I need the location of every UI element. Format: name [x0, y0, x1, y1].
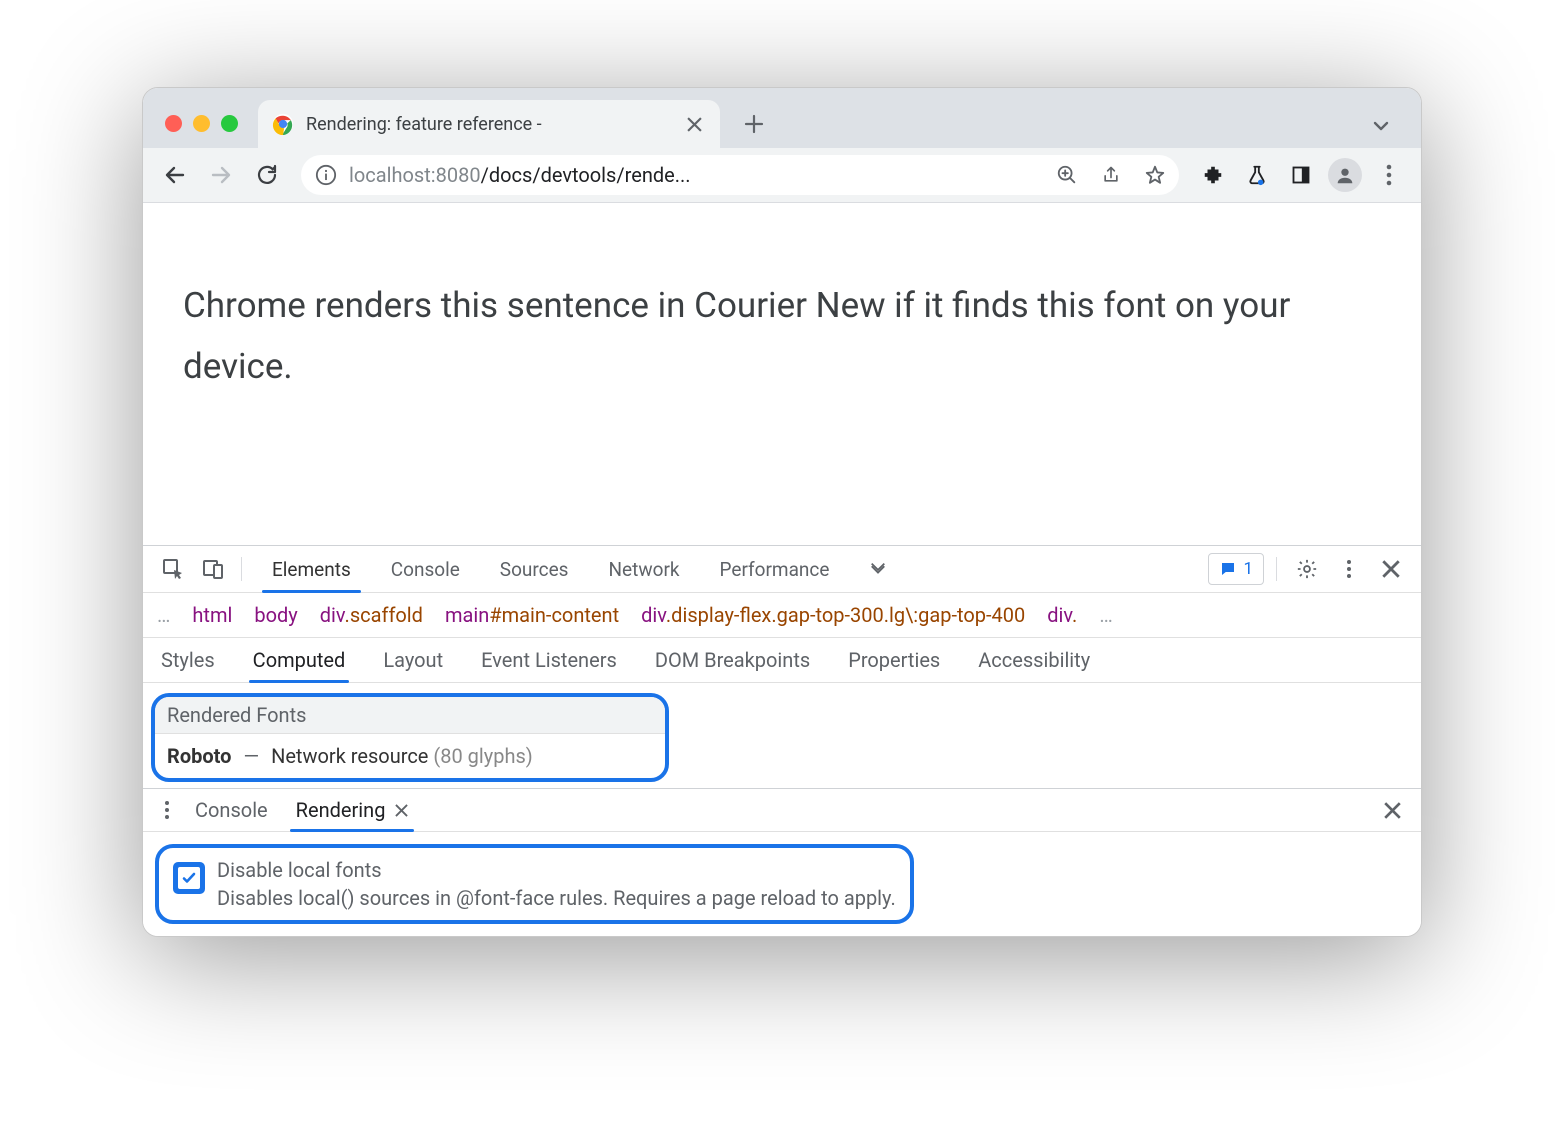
- page-text: Chrome renders this sentence in Courier …: [183, 275, 1381, 398]
- breadcrumb-item-div-scaffold[interactable]: div.scaffold: [320, 603, 423, 627]
- issues-badge[interactable]: 1: [1208, 553, 1264, 585]
- reload-button[interactable]: [247, 155, 287, 195]
- avatar-icon: [1328, 158, 1362, 192]
- breadcrumb-ellipsis[interactable]: …: [157, 603, 170, 627]
- tab-strip: Rendering: feature reference -: [143, 88, 1421, 148]
- window-minimize-button[interactable]: [193, 115, 210, 132]
- profile-button[interactable]: [1325, 155, 1365, 195]
- tab-title: Rendering: feature reference -: [306, 114, 675, 135]
- disable-local-fonts-option[interactable]: Disable local fonts Disables local() sou…: [155, 844, 914, 924]
- tab-more[interactable]: [849, 546, 907, 592]
- breadcrumb-ellipsis-right[interactable]: …: [1099, 603, 1112, 627]
- chrome-favicon-icon: [272, 113, 294, 135]
- subtab-event-listeners[interactable]: Event Listeners: [477, 638, 621, 682]
- subtab-dom-breakpoints[interactable]: DOM Breakpoints: [651, 638, 814, 682]
- font-name: Roboto: [167, 744, 231, 768]
- breadcrumb-item-body[interactable]: body: [254, 603, 297, 627]
- rendered-fonts-row: Roboto—Network resource (80 glyphs): [155, 734, 665, 778]
- labs-icon[interactable]: [1237, 155, 1277, 195]
- forward-button[interactable]: [201, 155, 241, 195]
- option-title: Disable local fonts: [217, 856, 896, 884]
- option-text: Disable local fonts Disables local() sou…: [217, 856, 896, 912]
- dom-breadcrumb[interactable]: … html body div.scaffold main#main-conte…: [143, 593, 1421, 638]
- new-tab-button[interactable]: [738, 108, 770, 140]
- tab-close-button[interactable]: [687, 117, 702, 132]
- share-icon[interactable]: [1095, 159, 1127, 191]
- window-maximize-button[interactable]: [221, 115, 238, 132]
- window-close-button[interactable]: [165, 115, 182, 132]
- drawer-close-icon[interactable]: [1384, 802, 1411, 819]
- breadcrumb-item-div-flex[interactable]: div.display-flex.gap-top-300.lg\:gap-top…: [641, 603, 1025, 627]
- subtab-computed[interactable]: Computed: [249, 638, 350, 682]
- drawer-menu-icon[interactable]: [153, 800, 181, 820]
- devtools-drawer: Console Rendering: [143, 788, 1421, 936]
- panel-icon[interactable]: [1281, 155, 1321, 195]
- browser-toolbar: localhost:8080/docs/devtools/rende...: [143, 148, 1421, 203]
- toolbar-actions: [1193, 155, 1409, 195]
- subtab-styles[interactable]: Styles: [157, 638, 219, 682]
- url-text: localhost:8080/docs/devtools/rende...: [349, 163, 1039, 187]
- extensions-icon[interactable]: [1193, 155, 1233, 195]
- option-description: Disables local() sources in @font-face r…: [217, 884, 896, 912]
- back-button[interactable]: [155, 155, 195, 195]
- info-icon[interactable]: [315, 164, 337, 186]
- browser-tab[interactable]: Rendering: feature reference -: [258, 100, 720, 148]
- breadcrumb-item-main[interactable]: main#main-content: [445, 603, 619, 627]
- browser-window: Rendering: feature reference - loc: [142, 87, 1422, 937]
- devtools-tabs: Elements Console Sources Network Perform…: [252, 546, 907, 592]
- bookmark-icon[interactable]: [1139, 159, 1171, 191]
- tab-network[interactable]: Network: [588, 546, 699, 592]
- drawer-tabs: Console Rendering: [143, 789, 1421, 832]
- rendered-fonts-panel: Rendered Fonts Roboto—Network resource (…: [151, 693, 669, 782]
- tabs-dropdown-button[interactable]: [1371, 116, 1391, 136]
- device-toolbar-button[interactable]: [195, 551, 231, 587]
- address-bar[interactable]: localhost:8080/docs/devtools/rende...: [301, 155, 1179, 195]
- drawer-tab-console[interactable]: Console: [181, 789, 282, 831]
- window-controls: [165, 115, 238, 132]
- drawer-tab-close-icon[interactable]: [395, 804, 408, 817]
- checkbox-checked-icon[interactable]: [173, 862, 205, 894]
- issues-count: 1: [1243, 559, 1253, 579]
- font-glyphs: (80 glyphs): [433, 744, 532, 768]
- elements-subtabs: Styles Computed Layout Event Listeners D…: [143, 638, 1421, 683]
- tab-console[interactable]: Console: [371, 546, 480, 592]
- subtab-properties[interactable]: Properties: [844, 638, 944, 682]
- subtab-accessibility[interactable]: Accessibility: [974, 638, 1094, 682]
- browser-menu-button[interactable]: [1369, 155, 1409, 195]
- devtools-panel: Elements Console Sources Network Perform…: [143, 545, 1421, 936]
- devtools-menu-icon[interactable]: [1331, 551, 1367, 587]
- breadcrumb-item-html[interactable]: html: [192, 603, 232, 627]
- zoom-icon[interactable]: [1051, 159, 1083, 191]
- page-viewport: Chrome renders this sentence in Courier …: [143, 203, 1421, 545]
- devtools-topbar: Elements Console Sources Network Perform…: [143, 546, 1421, 593]
- font-source: Network resource: [271, 744, 428, 768]
- drawer-tab-rendering[interactable]: Rendering: [282, 789, 423, 831]
- tab-performance[interactable]: Performance: [700, 546, 850, 592]
- breadcrumb-item-div[interactable]: div.: [1047, 603, 1077, 627]
- devtools-close-icon[interactable]: [1373, 551, 1409, 587]
- rendered-fonts-title: Rendered Fonts: [155, 697, 665, 734]
- subtab-layout[interactable]: Layout: [379, 638, 447, 682]
- inspect-element-button[interactable]: [155, 551, 191, 587]
- settings-icon[interactable]: [1289, 551, 1325, 587]
- tab-elements[interactable]: Elements: [252, 546, 371, 592]
- tab-sources[interactable]: Sources: [480, 546, 589, 592]
